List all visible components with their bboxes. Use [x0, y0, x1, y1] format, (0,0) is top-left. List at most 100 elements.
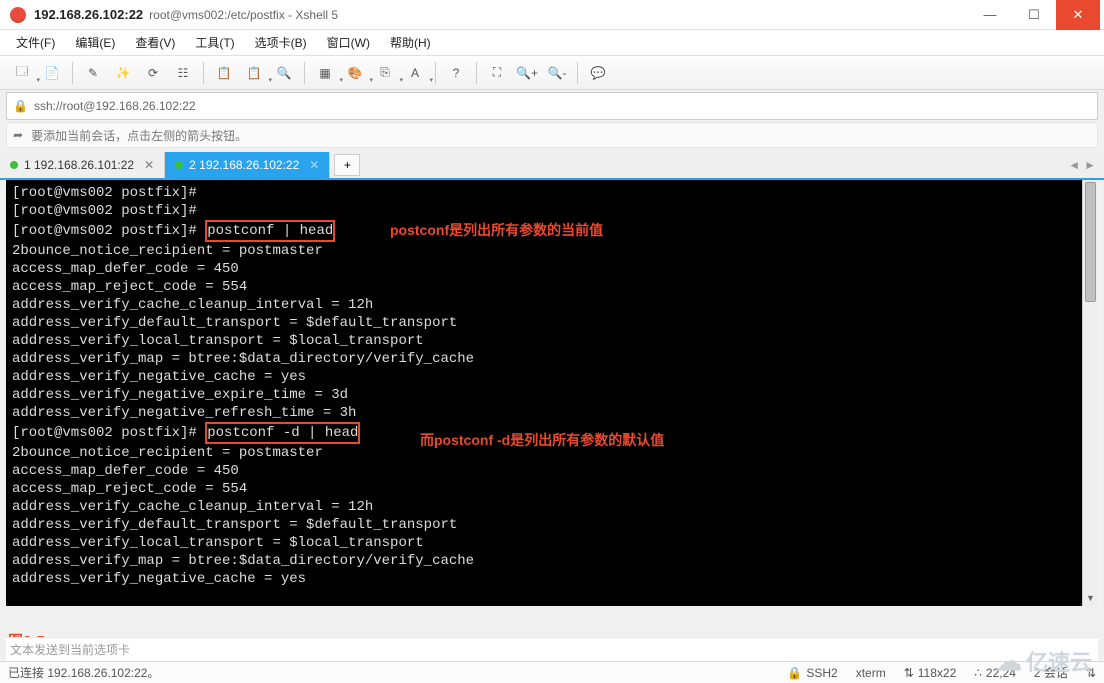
- status-dot-icon: [175, 161, 183, 169]
- quick-button[interactable]: ✨: [109, 59, 137, 87]
- status-connected: 已连接 192.168.26.102:22。: [8, 664, 159, 681]
- resize-icon: ⇅: [904, 666, 914, 680]
- open-button[interactable]: 📄: [38, 59, 66, 87]
- menu-window[interactable]: 窗口(W): [319, 32, 378, 53]
- font-button[interactable]: A▾: [401, 59, 429, 87]
- prompt-line: [root@vms002 postfix]#: [12, 203, 197, 219]
- new-session-icon: 🗔: [15, 62, 28, 83]
- paste-button[interactable]: 📋▾: [240, 59, 268, 87]
- annotation-text-2: 而postconf -d是列出所有参数的默认值: [420, 430, 664, 450]
- palette-icon: 🎨: [348, 66, 363, 80]
- add-tab-button[interactable]: +: [334, 154, 360, 176]
- search-button[interactable]: 🔍: [270, 59, 298, 87]
- app-logo-icon: [10, 7, 26, 23]
- zoom-out-button[interactable]: 🔍-: [543, 59, 571, 87]
- dropdown-icon: ▾: [429, 76, 433, 84]
- color-scheme-button[interactable]: 🎨▾: [341, 59, 369, 87]
- menu-file[interactable]: 文件(F): [8, 32, 63, 53]
- compose-button[interactable]: ✎: [79, 59, 107, 87]
- hint-arrow-icon[interactable]: ➦: [13, 128, 23, 142]
- watermark: ☁ 亿速云: [996, 645, 1092, 677]
- output-line: address_verify_default_transport = $defa…: [12, 315, 457, 331]
- window-titlebar: 192.168.26.102:22 root@vms002:/etc/postf…: [0, 0, 1104, 30]
- scroll-down-button[interactable]: ▼: [1083, 590, 1098, 606]
- status-dot-icon: [10, 161, 18, 169]
- reconnect-button[interactable]: ⟳: [139, 59, 167, 87]
- zoom-in-button[interactable]: 🔍+: [513, 59, 541, 87]
- output-line: address_verify_negative_cache = yes: [12, 571, 306, 587]
- menu-view[interactable]: 查看(V): [127, 32, 183, 53]
- output-line: access_map_reject_code = 554: [12, 481, 247, 497]
- wand-icon: ✨: [116, 66, 131, 80]
- new-session-button[interactable]: 🗔▾: [8, 59, 36, 87]
- terminal-scrollbar[interactable]: ▲ ▼: [1082, 180, 1098, 606]
- pen-icon: ✎: [88, 66, 98, 80]
- plus-icon: +: [344, 158, 351, 172]
- zoom-in-icon: 🔍+: [516, 66, 538, 80]
- address-bar[interactable]: 🔒 ssh://root@192.168.26.102:22: [6, 92, 1098, 120]
- separator: [577, 62, 578, 84]
- chat-icon: 💬: [591, 66, 606, 80]
- tab-close-button[interactable]: ✕: [144, 158, 154, 172]
- lock-icon: 🔒: [787, 666, 802, 680]
- status-protocol-label: SSH2: [806, 666, 837, 680]
- terminal-container: [root@vms002 postfix]# [root@vms002 post…: [6, 180, 1098, 606]
- maximize-button[interactable]: ☐: [1012, 0, 1056, 30]
- status-size-label: 118x22: [918, 666, 956, 680]
- output-line: access_map_defer_code = 450: [12, 463, 239, 479]
- terminal-output[interactable]: [root@vms002 postfix]# [root@vms002 post…: [6, 180, 1082, 606]
- layout-button[interactable]: ▦▾: [311, 59, 339, 87]
- close-button[interactable]: ✕: [1056, 0, 1100, 30]
- help-icon: ?: [453, 66, 460, 80]
- output-line: address_verify_negative_expire_time = 3d: [12, 387, 348, 403]
- tab-next-button[interactable]: ►: [1084, 158, 1096, 172]
- menu-tabs[interactable]: 选项卡(B): [247, 32, 315, 53]
- highlighted-command-2: postconf -d | head: [205, 422, 360, 444]
- reload-icon: ⟳: [148, 66, 158, 80]
- output-line: 2bounce_notice_recipient = postmaster: [12, 445, 323, 461]
- tab-session-1[interactable]: 1 192.168.26.101:22 ✕: [0, 152, 165, 178]
- output-line: 2bounce_notice_recipient = postmaster: [12, 243, 323, 259]
- separator: [203, 62, 204, 84]
- toolbar: 🗔▾ 📄 ✎ ✨ ⟳ ☷ 📋 📋▾ 🔍 ▦▾ 🎨▾ ⎘▾ A▾ ? ⛶ 🔍+ 🔍…: [0, 56, 1104, 90]
- search-icon: 🔍: [277, 66, 292, 80]
- tab-close-button[interactable]: ✕: [309, 158, 319, 172]
- tab-session-2[interactable]: 2 192.168.26.102:22 ✕: [165, 152, 330, 178]
- tab-label: 1 192.168.26.101:22: [24, 158, 134, 172]
- copy-button[interactable]: 📋: [210, 59, 238, 87]
- prompt-line: [root@vms002 postfix]#: [12, 223, 205, 239]
- output-line: address_verify_local_transport = $local_…: [12, 333, 424, 349]
- output-line: access_map_reject_code = 554: [12, 279, 247, 295]
- hint-bar: ➦ 要添加当前会话，点击左侧的箭头按钮。: [6, 122, 1098, 148]
- paste-icon: 📋: [247, 66, 262, 80]
- properties-button[interactable]: ☷: [169, 59, 197, 87]
- menu-tools[interactable]: 工具(T): [187, 32, 242, 53]
- minimize-button[interactable]: —: [968, 0, 1012, 30]
- help-button[interactable]: ?: [442, 59, 470, 87]
- status-termtype: xterm: [856, 666, 886, 680]
- separator: [304, 62, 305, 84]
- menu-edit[interactable]: 编辑(E): [67, 32, 123, 53]
- output-line: address_verify_cache_cleanup_interval = …: [12, 499, 373, 515]
- open-icon: 📄: [45, 66, 60, 80]
- chat-button[interactable]: 💬: [584, 59, 612, 87]
- expand-icon: ⛶: [493, 65, 501, 80]
- tab-nav: ◄ ►: [1060, 152, 1104, 178]
- output-line: access_map_defer_code = 450: [12, 261, 239, 277]
- separator: [435, 62, 436, 84]
- watermark-text: 亿速云: [1026, 645, 1092, 677]
- prompt-line: [root@vms002 postfix]#: [12, 185, 197, 201]
- separator: [476, 62, 477, 84]
- send-text-bar[interactable]: 文本发送到当前选项卡: [6, 637, 1098, 661]
- highlighted-command-1: postconf | head: [205, 220, 335, 242]
- menubar: 文件(F) 编辑(E) 查看(V) 工具(T) 选项卡(B) 窗口(W) 帮助(…: [0, 30, 1104, 56]
- menu-help[interactable]: 帮助(H): [382, 32, 439, 53]
- cloud-icon: ☁: [996, 646, 1022, 677]
- fullscreen-button[interactable]: ⛶: [483, 59, 511, 87]
- scrollbar-thumb[interactable]: [1085, 182, 1096, 302]
- encoding-button[interactable]: ⎘▾: [371, 59, 399, 87]
- tab-prev-button[interactable]: ◄: [1068, 158, 1080, 172]
- output-line: address_verify_negative_cache = yes: [12, 369, 306, 385]
- font-icon: A: [411, 66, 419, 80]
- status-size: ⇅ 118x22: [904, 666, 957, 680]
